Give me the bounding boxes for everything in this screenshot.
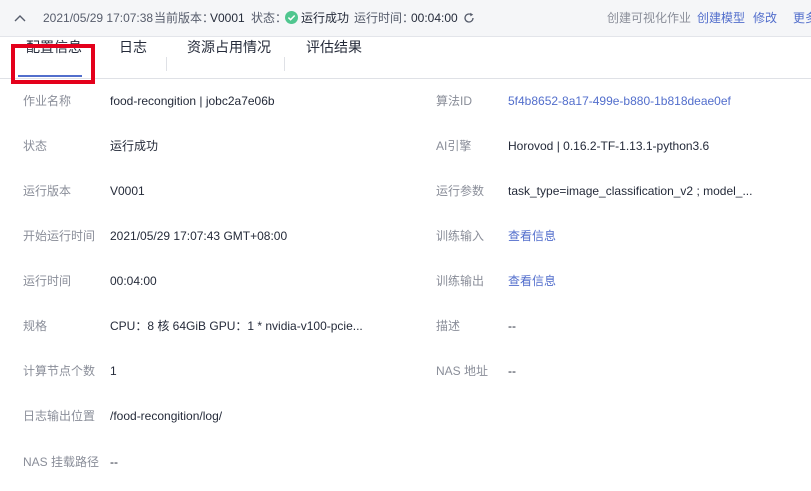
run-version-label: 运行版本 bbox=[23, 184, 72, 198]
start-time-value: 2021/05/29 17:07:43 GMT+08:00 bbox=[110, 229, 288, 243]
tab-divider bbox=[284, 57, 285, 71]
description-label: 描述 bbox=[436, 319, 461, 333]
create-model-button[interactable]: 创建模型 bbox=[697, 0, 745, 36]
tab-evaluation-results[interactable]: 评估结果 bbox=[306, 21, 362, 62]
check-circle-icon bbox=[285, 0, 298, 36]
job-name-value: food-recongition | jobc2a7e06b bbox=[110, 94, 275, 108]
more-button[interactable]: 更多 bbox=[793, 0, 811, 36]
nas-address-label: NAS 地址 bbox=[436, 364, 489, 378]
log-output-path-label: 日志输出位置 bbox=[23, 409, 96, 423]
annotation-highlight-box bbox=[11, 44, 95, 84]
train-output-link[interactable]: 查看信息 bbox=[508, 274, 556, 288]
tab-bar: 配置信息 日志 资源占用情况 评估结果 bbox=[0, 37, 811, 79]
ai-engine-value: Horovod | 0.16.2-TF-1.13.1-python3.6 bbox=[508, 139, 710, 153]
algorithm-id-link[interactable]: 5f4b8652-8a17-499e-b880-1b818deae0ef bbox=[508, 94, 731, 108]
train-input-link[interactable]: 查看信息 bbox=[508, 229, 556, 243]
runtime-value: 00:04:00 bbox=[411, 11, 458, 25]
nas-address-value: -- bbox=[508, 364, 516, 378]
refresh-icon[interactable] bbox=[463, 0, 475, 36]
log-output-path-value: /food-recongition/log/ bbox=[110, 409, 223, 423]
nas-mount-path-value: -- bbox=[110, 455, 118, 469]
train-output-label: 训练输出 bbox=[436, 274, 485, 288]
run-params-value: task_type=image_classification_v2 ; mode… bbox=[508, 184, 753, 198]
status-field-label: 状态 bbox=[23, 139, 48, 153]
modify-button[interactable]: 修改 bbox=[753, 0, 777, 36]
compute-nodes-value: 1 bbox=[110, 364, 117, 378]
status-field-value: 运行成功 bbox=[110, 139, 159, 153]
run-version-value: V0001 bbox=[110, 184, 145, 198]
run-time-label: 运行时间 bbox=[23, 274, 72, 288]
nas-mount-path-label: NAS 挂载路径 bbox=[23, 455, 100, 469]
tab-divider bbox=[166, 57, 167, 71]
run-time-value: 00:04:00 bbox=[110, 274, 157, 288]
job-name-label: 作业名称 bbox=[23, 94, 72, 108]
tab-logs[interactable]: 日志 bbox=[119, 21, 147, 62]
spec-label: 规格 bbox=[23, 319, 48, 333]
runtime-label: 运行时间： bbox=[354, 11, 415, 25]
spec-value: CPU：8 核 64GiB GPU：1 * nvidia-v100-pcie..… bbox=[110, 319, 363, 333]
ai-engine-label: AI引擎 bbox=[436, 139, 472, 153]
tab-resource-usage[interactable]: 资源占用情况 bbox=[187, 21, 271, 62]
train-input-label: 训练输入 bbox=[436, 229, 485, 243]
compute-nodes-label: 计算节点个数 bbox=[23, 364, 96, 378]
algorithm-id-label: 算法ID bbox=[436, 94, 473, 108]
create-visual-job-button[interactable]: 创建可视化作业 bbox=[607, 0, 691, 36]
run-params-label: 运行参数 bbox=[436, 184, 485, 198]
start-time-label: 开始运行时间 bbox=[23, 229, 96, 243]
description-value: -- bbox=[508, 319, 516, 333]
